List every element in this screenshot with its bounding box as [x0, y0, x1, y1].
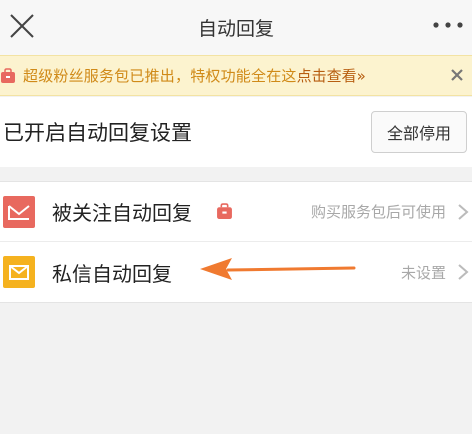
list-item-label: 被关注自动回复 — [52, 201, 192, 225]
list-item-follow-reply[interactable]: 被关注自动回复 购买服务包后可使用 — [0, 182, 472, 242]
page-title: 自动回复 — [197, 18, 274, 40]
annotation-arrow-icon — [200, 258, 356, 280]
service-package-icon — [1, 67, 15, 83]
follow-reply-icon — [3, 195, 35, 228]
chevron-right-icon — [458, 203, 469, 220]
banner-close-icon[interactable] — [448, 66, 466, 84]
auto-reply-status: 已开启自动回复设置 全部停用 — [0, 97, 472, 167]
reply-settings-list: 被关注自动回复 购买服务包后可使用 私信自动回复 未设置 — [0, 181, 472, 303]
status-label: 已开启自动回复设置 — [3, 121, 192, 145]
message-reply-icon — [3, 256, 35, 288]
close-icon[interactable] — [8, 12, 36, 40]
banner-link[interactable]: 点击查看» — [297, 65, 366, 86]
more-options-icon[interactable] — [430, 15, 466, 35]
promo-banner[interactable]: 超级粉丝服务包已推出，特权功能全在这 点击查看» — [0, 55, 472, 96]
service-package-icon — [217, 203, 232, 219]
banner-text: 超级粉丝服务包已推出，特权功能全在这 — [23, 67, 297, 85]
list-item-label: 私信自动回复 — [52, 261, 172, 286]
list-item-status: 购买服务包后可使用 — [310, 203, 446, 221]
disable-all-button[interactable]: 全部停用 — [371, 111, 467, 153]
top-bar: 自动回复 — [0, 0, 472, 55]
chevron-right-icon — [458, 264, 469, 280]
list-item-status: 未设置 — [400, 263, 446, 282]
